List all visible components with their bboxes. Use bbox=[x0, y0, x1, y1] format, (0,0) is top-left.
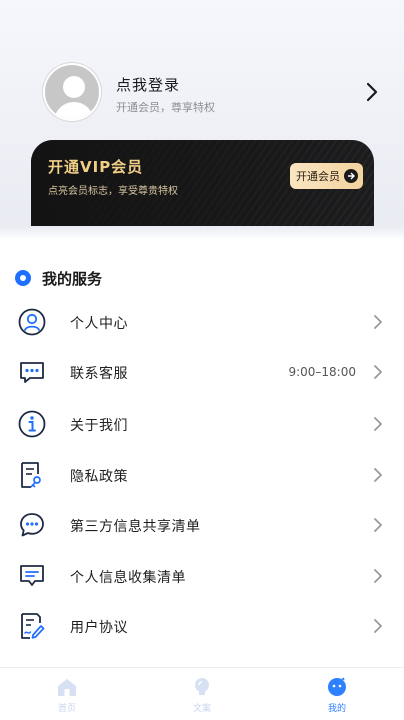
tab-home[interactable]: 首页 bbox=[42, 676, 92, 716]
chevron-right-icon bbox=[374, 619, 382, 633]
menu-item-label: 个人中心 bbox=[70, 316, 128, 332]
arrow-right-icon bbox=[344, 169, 358, 183]
info-icon bbox=[18, 410, 46, 438]
menu-item-user-agreement[interactable]: 用户协议 bbox=[0, 606, 404, 646]
vip-title: 开通VIP会员 bbox=[48, 158, 144, 176]
service-hours: 9:00–18:00 bbox=[288, 365, 356, 379]
vip-card[interactable]: 开通VIP会员 点亮会员标志，享受尊贵特权 开通会员 bbox=[31, 140, 374, 226]
privacy-doc-icon bbox=[21, 462, 41, 488]
menu-item-label: 个人信息收集清单 bbox=[70, 570, 186, 586]
menu-item-label: 用户协议 bbox=[70, 620, 128, 636]
agreement-doc-icon bbox=[21, 613, 45, 639]
tab-label: 首页 bbox=[57, 704, 76, 714]
login-subtitle: 开通会员，尊享特权 bbox=[116, 101, 215, 114]
menu-item-label: 联系客服 bbox=[70, 366, 128, 382]
lightbulb-icon bbox=[195, 678, 209, 695]
my-services-header: 我的服务 bbox=[15, 267, 102, 289]
section-title: 我的服务 bbox=[42, 269, 103, 288]
tab-label: 文案 bbox=[192, 704, 211, 714]
menu-item-personal-center[interactable]: 个人中心 bbox=[0, 302, 404, 342]
chevron-right-icon bbox=[374, 518, 382, 532]
menu-item-third-party-sharing[interactable]: 第三方信息共享清单 bbox=[0, 505, 404, 545]
menu-item-privacy-policy[interactable]: 隐私政策 bbox=[0, 455, 404, 495]
home-icon bbox=[58, 679, 76, 696]
chevron-right-icon bbox=[374, 569, 382, 583]
menu-item-about-us[interactable]: 关于我们 bbox=[0, 404, 404, 444]
login-profile-row[interactable]: 点我登录 开通会员，尊享特权 bbox=[43, 63, 383, 123]
message-list-icon bbox=[20, 565, 44, 586]
chevron-right-icon bbox=[374, 365, 382, 379]
menu-item-personal-info-collection[interactable]: 个人信息收集清单 bbox=[0, 556, 404, 596]
vip-subtitle: 点亮会员标志，享受尊贵特权 bbox=[48, 186, 178, 197]
avatar[interactable] bbox=[43, 63, 101, 121]
section-dot-icon bbox=[15, 270, 31, 286]
chat-bubble-icon bbox=[20, 362, 44, 383]
profile-face-icon bbox=[328, 677, 346, 696]
tab-label: 我的 bbox=[327, 704, 346, 714]
chevron-right-icon bbox=[374, 315, 382, 329]
share-chat-icon bbox=[20, 513, 44, 537]
menu-item-customer-service[interactable]: 联系客服 9:00–18:00 bbox=[0, 352, 404, 392]
menu-item-label: 关于我们 bbox=[70, 418, 128, 434]
chevron-right-icon bbox=[374, 417, 382, 431]
open-vip-button-label: 开通会员 bbox=[296, 170, 340, 183]
open-vip-button[interactable]: 开通会员 bbox=[290, 163, 363, 189]
user-circle-icon bbox=[18, 308, 46, 336]
chevron-right-icon bbox=[374, 468, 382, 482]
tab-mine[interactable]: 我的 bbox=[312, 676, 362, 716]
menu-item-label: 第三方信息共享清单 bbox=[70, 519, 201, 535]
chevron-right-icon[interactable] bbox=[361, 81, 383, 103]
menu-item-label: 隐私政策 bbox=[70, 469, 128, 485]
login-title[interactable]: 点我登录 bbox=[116, 74, 180, 95]
tab-copywriting[interactable]: 文案 bbox=[177, 676, 227, 716]
bottom-tab-bar: 首页 文案 我的 bbox=[0, 667, 404, 720]
